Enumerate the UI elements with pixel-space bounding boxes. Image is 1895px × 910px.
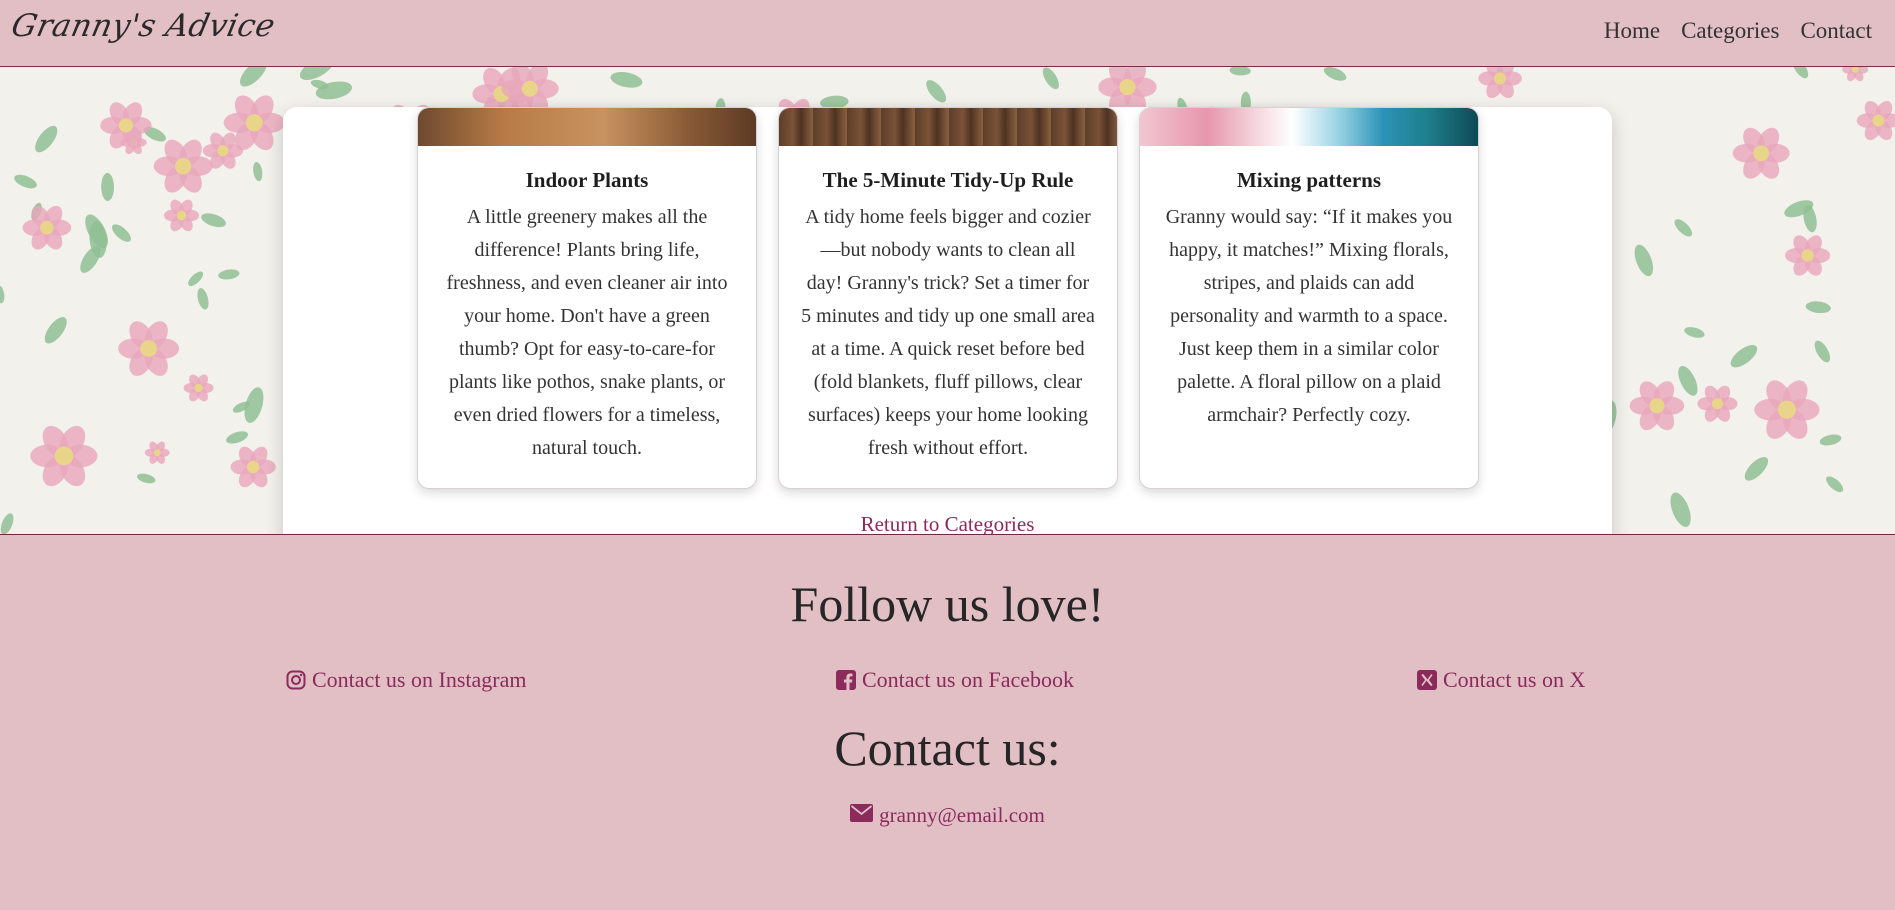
nav-links: Home Categories Contact	[1604, 18, 1872, 44]
facebook-link[interactable]: Contact us on Facebook	[836, 667, 1074, 693]
x-icon	[1417, 670, 1437, 690]
email-address: granny@email.com	[879, 803, 1045, 827]
x-link[interactable]: Contact us on X	[1417, 667, 1585, 693]
tip-card-indoor-plants: Indoor Plants A little greenery makes al…	[417, 107, 757, 489]
return-to-categories-link[interactable]: Return to Categories	[283, 512, 1612, 534]
card-text: A tidy home feels bigger and cozier—but …	[801, 206, 1095, 459]
card-title: Mixing patterns	[1236, 168, 1382, 192]
card-text: Granny would say: “If it makes you happy…	[1165, 206, 1453, 426]
nav-categories-link[interactable]: Categories	[1681, 18, 1779, 44]
contact-heading: Contact us:	[834, 720, 1061, 776]
card-text: A little greenery makes all the differen…	[446, 206, 728, 459]
navbar: Granny's Advice Home Categories Contact	[0, 0, 1895, 67]
envelope-icon	[850, 803, 874, 828]
facebook-icon	[836, 670, 856, 690]
card-image	[1140, 108, 1478, 146]
tip-card-mixing-patterns: Mixing patterns Granny would say: “If it…	[1139, 107, 1479, 489]
instagram-label: Contact us on Instagram	[312, 667, 527, 692]
x-label: Contact us on X	[1443, 667, 1586, 692]
tip-card-tidy-up: The 5-Minute Tidy-Up Rule A tidy home fe…	[778, 107, 1118, 489]
tips-cards: Indoor Plants A little greenery makes al…	[417, 107, 1479, 489]
card-title: Indoor Plants	[525, 168, 649, 192]
nav-home-link[interactable]: Home	[1604, 18, 1660, 44]
instagram-link[interactable]: Contact us on Instagram	[286, 667, 526, 693]
footer: Follow us love! Contact us on Instagram …	[0, 534, 1895, 910]
facebook-label: Contact us on Facebook	[862, 667, 1075, 692]
email-link[interactable]: granny@email.com	[0, 803, 1895, 828]
card-image	[779, 108, 1117, 146]
card-image	[418, 108, 756, 146]
follow-heading: Follow us love!	[790, 576, 1105, 632]
brand-logo-link[interactable]: Granny's Advice	[8, 8, 278, 44]
card-title: The 5-Minute Tidy-Up Rule	[822, 168, 1074, 192]
nav-contact-link[interactable]: Contact	[1800, 18, 1872, 44]
content-panel: Indoor Plants A little greenery makes al…	[283, 107, 1612, 534]
instagram-icon	[286, 670, 306, 690]
floral-background: Indoor Plants A little greenery makes al…	[0, 67, 1895, 534]
